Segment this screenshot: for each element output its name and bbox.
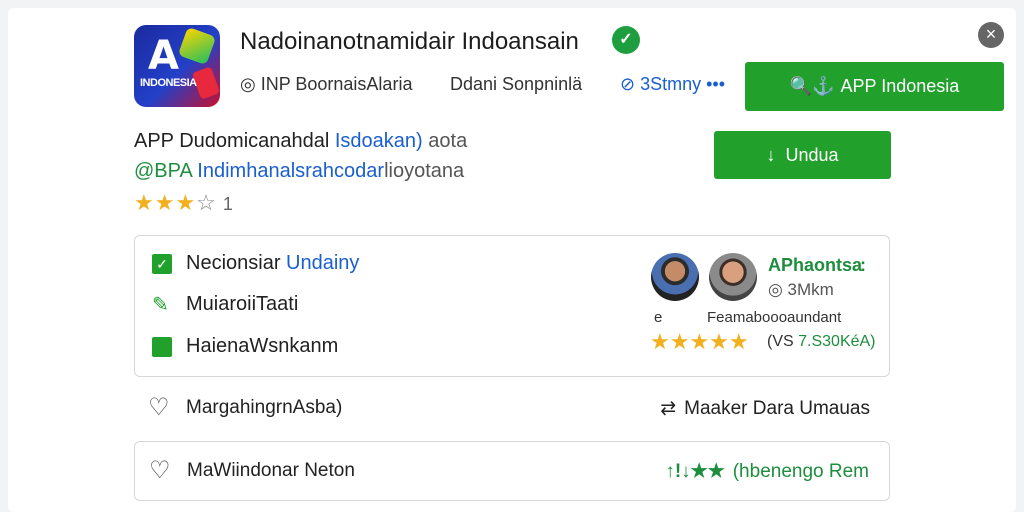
more-options-icon[interactable]: : xyxy=(860,255,866,276)
rating-row-label: (hbenengo Rem xyxy=(732,461,869,482)
close-icon[interactable]: × xyxy=(978,22,1004,48)
subtitle-suffix: aota xyxy=(428,130,468,152)
pencil-icon: ✎ xyxy=(152,294,169,316)
heart-icon: ♡ xyxy=(149,457,171,484)
publisher-suffix: lioyotana xyxy=(384,160,465,182)
share-row[interactable]: ⇄ Maaker Dara Umauas xyxy=(660,397,870,420)
review-caption: Feamaboooaundant xyxy=(707,309,842,326)
publisher-link[interactable]: Indimhanalsrahcodar xyxy=(197,160,384,182)
developer-name[interactable]: ◎ INP BoornaisAlaria xyxy=(240,74,412,95)
check-icon: ✓ xyxy=(152,253,172,274)
feature-item-1: ✓ Necionsiar Undainy xyxy=(152,252,359,275)
rating-row[interactable]: ↑!↓★★ (hbenengo Rem xyxy=(665,460,869,483)
download-button[interactable]: ↓ Undua xyxy=(714,131,891,179)
feature-label-2: MuiaroiiTaati xyxy=(186,293,299,315)
reviewer-meta: ◎ 3Mkm xyxy=(768,280,834,299)
rating-star-empty: ☆ xyxy=(196,190,217,215)
primary-button-label: APP Indonesia xyxy=(840,76,960,96)
verified-icon: ✓ xyxy=(612,26,640,54)
rating-stars-full: ★★★ xyxy=(134,190,197,215)
app-icon-letter: A xyxy=(148,33,179,79)
square-icon xyxy=(152,336,172,357)
app-title: Nadoinanotnamidair Indoansain xyxy=(240,28,579,55)
feature-item-2: ✎ MuiaroiiTaati xyxy=(152,292,298,317)
primary-button[interactable]: 🔍⚓ APP Indonesia xyxy=(745,62,1004,111)
publisher-handle[interactable]: @BPA xyxy=(134,160,192,182)
subtitle-link[interactable]: Isdoakan) xyxy=(335,130,423,152)
app-icon-word: INDONESIA xyxy=(140,77,197,89)
rating: ★★★☆ 1 xyxy=(134,190,234,216)
subtitle-prefix: APP Dudomicanahdal xyxy=(134,130,330,152)
download-icon: ↓ xyxy=(766,145,776,165)
rank-link[interactable]: ⊘ 3Stmny ••• xyxy=(620,74,725,95)
search-anchor-icon: 🔍⚓ xyxy=(789,76,835,96)
feature-link-1[interactable]: Undainy xyxy=(286,252,359,274)
share-label: Maaker Dara Umauas xyxy=(684,398,870,419)
review-marker: e xyxy=(654,309,663,326)
subtitle-line-2: @BPA Indimhanalsrahcodarlioyotana xyxy=(134,160,464,183)
download-button-label: Undua xyxy=(785,145,839,165)
feature-item-3: HaienaWsnkanm xyxy=(152,335,338,358)
wishlist-row[interactable]: ♡ MargahingrnAsba) ⇄ Maaker Dara Umauas xyxy=(134,383,890,431)
avatar[interactable] xyxy=(709,253,757,301)
category-label: Ddani Sonpninlä xyxy=(450,74,583,94)
heart-icon: ♡ xyxy=(148,394,170,421)
review-score: (VS 7.S30KéA) xyxy=(767,333,876,351)
rating-mini-icon: ↑!↓★★ xyxy=(665,461,725,482)
subtitle-line-1: APP Dudomicanahdal Isdoakan) aota xyxy=(134,130,467,153)
feature-label-3: HaienaWsnkanm xyxy=(186,335,339,358)
icon-stripe-yellow xyxy=(177,26,217,66)
favorite-label: MaWiindonar Neton xyxy=(187,460,355,481)
favorite-row[interactable]: ♡ MaWiindonar Neton ↑!↓★★ (hbenengo Rem xyxy=(134,441,890,501)
feature-label-1: Necionsiar xyxy=(186,252,281,275)
rating-count: 1 xyxy=(222,194,234,214)
reviewer-name[interactable]: APhaontsa xyxy=(768,255,862,276)
review-stars: ★★★★★ xyxy=(650,329,749,354)
review-score-value: 7.S30KéA) xyxy=(798,333,876,350)
share-icon: ⇄ xyxy=(660,398,677,419)
avatar[interactable] xyxy=(651,253,699,301)
app-icon[interactable]: A INDONESIA xyxy=(134,25,220,107)
review-score-prefix: (VS xyxy=(767,333,794,350)
wishlist-label: MargahingrnAsba) xyxy=(186,397,343,418)
